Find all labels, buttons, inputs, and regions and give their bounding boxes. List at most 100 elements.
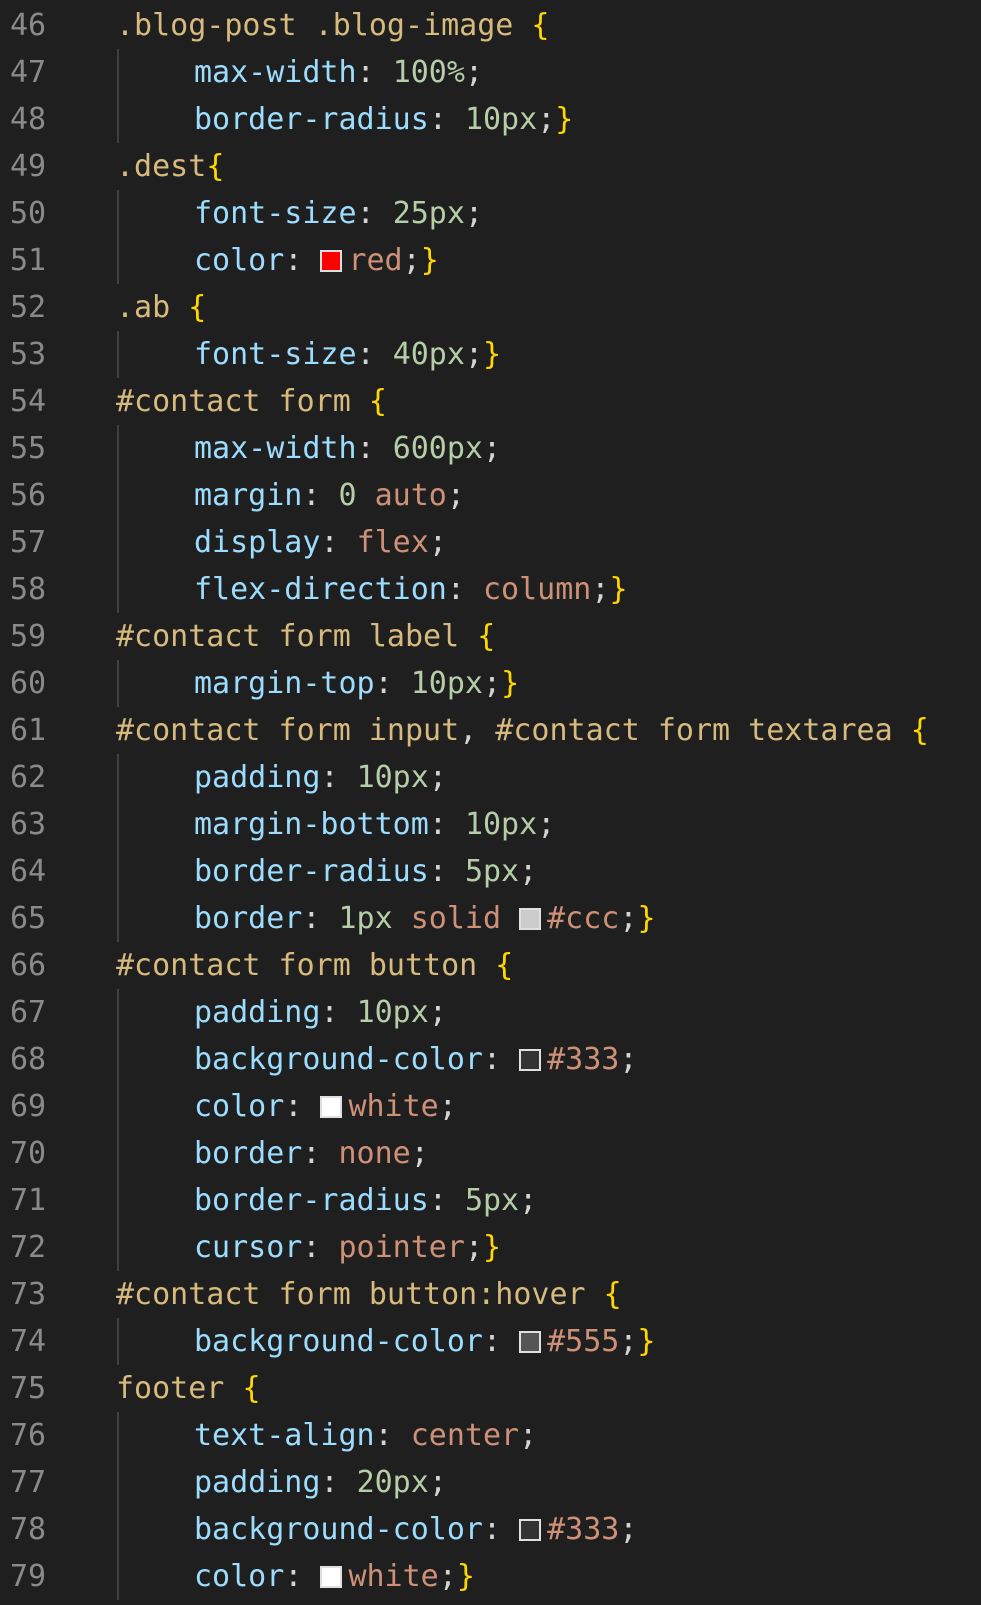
code-text[interactable]: .blog-post .blog-image { [116,2,549,49]
code-line[interactable]: 69 color: white; [0,1083,981,1130]
color-swatch-icon[interactable] [320,1096,343,1118]
code-line[interactable]: 75 footer { [0,1365,981,1412]
code-line[interactable]: 61 #contact form input, #contact form tex… [0,707,981,754]
code-line[interactable]: 58 flex-direction: column;} [0,566,981,613]
code-token: ; [428,995,447,1030]
code-line[interactable]: 73 #contact form button:hover { [0,1271,981,1318]
code-text[interactable]: display: flex; [194,519,447,566]
code-text[interactable]: .ab { [116,284,206,331]
code-token: border-radius [194,1183,429,1218]
line-number: 56 [10,478,47,513]
code-line[interactable]: 64 border-radius: 5px; [0,848,981,895]
code-line[interactable]: 55 max-width: 600px; [0,425,981,472]
code-token: ; [446,478,465,513]
code-text[interactable]: max-width: 100%; [194,49,483,96]
color-swatch-icon[interactable] [519,1049,542,1071]
code-line[interactable]: 74 background-color: #555;} [0,1318,981,1365]
code-text[interactable]: border-radius: 5px; [194,848,537,895]
code-text[interactable]: #contact form label { [116,613,495,660]
code-line[interactable]: 70 border: none; [0,1130,981,1177]
indent-guide [117,801,119,848]
code-line[interactable]: 76 text-align: center; [0,1412,981,1459]
code-line[interactable]: 49 .dest{ [0,143,981,190]
code-token: : [302,1230,339,1265]
code-token: 10px [464,807,538,842]
code-text[interactable]: margin: 0 auto; [194,472,465,519]
code-text[interactable]: margin-bottom: 10px; [194,801,555,848]
code-text[interactable]: border: none; [194,1130,429,1177]
color-swatch-icon[interactable] [519,908,542,930]
code-token: } [555,102,574,137]
code-text[interactable]: footer { [116,1365,261,1412]
code-text[interactable]: #contact form button { [116,942,513,989]
code-text[interactable]: text-align: center; [194,1412,537,1459]
code-text[interactable]: font-size: 40px;} [194,331,501,378]
line-number: 78 [10,1512,47,1547]
code-text[interactable]: font-size: 25px; [194,190,483,237]
code-text[interactable]: background-color: #333; [194,1036,637,1083]
code-token: 10px [464,102,538,137]
code-line[interactable]: 52 .ab { [0,284,981,331]
code-token: background-color [194,1512,483,1547]
line-number: 79 [10,1559,47,1594]
code-line[interactable]: 50 font-size: 25px; [0,190,981,237]
code-text[interactable]: margin-top: 10px;} [194,660,519,707]
code-line[interactable]: 68 background-color: #333; [0,1036,981,1083]
code-line[interactable]: 48 border-radius: 10px;} [0,96,981,143]
code-line[interactable]: 71 border-radius: 5px; [0,1177,981,1224]
code-line[interactable]: 72 cursor: pointer;} [0,1224,981,1271]
code-token: margin-bottom [194,807,429,842]
code-line[interactable]: 51 color: red;} [0,237,981,284]
code-line[interactable]: 53 font-size: 40px;} [0,331,981,378]
code-token: color [194,1089,285,1124]
code-text[interactable]: color: white; [194,1083,457,1130]
indent-guide [117,1083,119,1130]
code-text[interactable]: #contact form { [116,378,387,425]
code-token: 25px [392,196,465,231]
code-line[interactable]: 67 padding: 10px; [0,989,981,1036]
code-text[interactable]: border-radius: 10px;} [194,96,573,143]
code-text[interactable]: border: 1px solid #ccc;} [194,895,656,942]
code-token: border [194,1136,303,1171]
code-text[interactable]: flex-direction: column;} [194,566,628,613]
code-text[interactable]: padding: 10px; [194,989,447,1036]
code-text[interactable]: padding: 20px; [194,1459,447,1506]
code-text[interactable]: #contact form button:hover { [116,1271,622,1318]
code-line[interactable]: 47 max-width: 100%; [0,49,981,96]
color-swatch-icon[interactable] [320,250,343,272]
code-text[interactable]: color: red;} [194,237,439,284]
code-line[interactable]: 63 margin-bottom: 10px; [0,801,981,848]
code-text[interactable]: background-color: #555;} [194,1318,655,1365]
code-line[interactable]: 57 display: flex; [0,519,981,566]
code-text[interactable]: .dest{ [116,143,224,190]
code-token: ; [537,807,556,842]
code-text[interactable]: #contact form input, #contact form texta… [116,707,929,754]
color-swatch-icon[interactable] [320,1566,343,1588]
code-line[interactable]: 66 #contact form button { [0,942,981,989]
code-text[interactable]: background-color: #333; [194,1506,637,1553]
code-text[interactable]: padding: 10px; [194,754,447,801]
code-editor[interactable]: 46 .blog-post .blog-image {47 max-width: 1… [0,0,981,1605]
code-line[interactable]: 54 #contact form { [0,378,981,425]
code-token: ; [428,1465,447,1500]
code-line[interactable]: 78 background-color: #333; [0,1506,981,1553]
code-line[interactable]: 79 color: white;} [0,1553,981,1600]
code-line[interactable]: 60 margin-top: 10px;} [0,660,981,707]
code-text[interactable]: border-radius: 5px; [194,1177,537,1224]
code-text[interactable]: color: white;} [194,1553,475,1600]
code-line[interactable]: 56 margin: 0 auto; [0,472,981,519]
indent-guide [117,519,119,566]
code-text[interactable]: max-width: 600px; [194,425,501,472]
code-line[interactable]: 59 #contact form label { [0,613,981,660]
code-line[interactable]: 65 border: 1px solid #ccc;} [0,895,981,942]
code-token: ; [428,760,447,795]
code-token: max-width [194,55,357,90]
color-swatch-icon[interactable] [519,1331,542,1353]
code-text[interactable]: cursor: pointer;} [194,1224,501,1271]
code-line[interactable]: 62 padding: 10px; [0,754,981,801]
code-line[interactable]: 46 .blog-post .blog-image { [0,2,981,49]
code-line[interactable]: 77 padding: 20px; [0,1459,981,1506]
color-swatch-icon[interactable] [519,1519,542,1541]
code-token: : [284,243,321,278]
